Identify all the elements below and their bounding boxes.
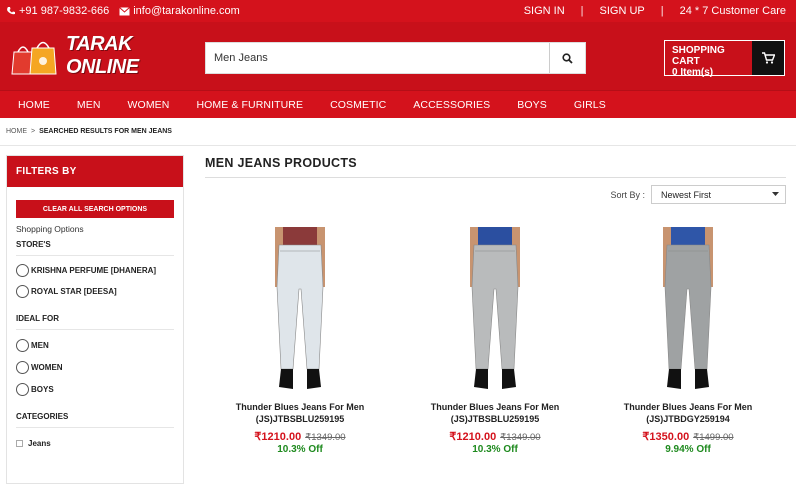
search-bar [205, 42, 586, 74]
discount-badge: 9.94% Off [665, 444, 711, 455]
sale-price: ₹1210.00 [254, 431, 302, 443]
radio-button[interactable] [16, 383, 29, 396]
category-option-label: Jeans [28, 439, 51, 448]
search-input[interactable] [206, 43, 549, 73]
nav-item-boys[interactable]: BOYS [517, 99, 547, 111]
filters-sidebar: FILTERS BY CLEAR ALL SEARCH OPTIONS Shop… [6, 155, 184, 484]
divider [16, 255, 174, 256]
product-name[interactable]: Thunder Blues Jeans For Men (JS)JTBSBLU25… [205, 401, 395, 425]
phone-text: +91 987-9832-666 [19, 5, 110, 17]
sale-price: ₹1350.00 [642, 431, 690, 443]
store-option[interactable]: ROYAL STAR [DEESA] [16, 285, 183, 298]
product-image[interactable] [205, 227, 395, 397]
stores-heading: STORE'S [16, 240, 51, 249]
sign-up-link[interactable]: SIGN UP [600, 5, 645, 17]
product-image[interactable] [593, 227, 783, 397]
product-card[interactable]: Thunder Blues Jeans For Men (JS)JTBSBLU25… [205, 227, 395, 455]
sort-label: Sort By : [610, 189, 645, 200]
radio-button[interactable] [16, 264, 29, 277]
clear-all-search-options-button[interactable]: CLEAR ALL SEARCH OPTIONS [16, 200, 174, 218]
product-prices: ₹1350.00 ₹1499.00 [593, 430, 783, 443]
breadcrumb-separator: > [31, 128, 36, 135]
product-name[interactable]: Thunder Blues Jeans For Men (JS)JTBSBLU25… [400, 401, 590, 425]
nav-item-women[interactable]: WOMEN [128, 99, 170, 111]
product-name[interactable]: Thunder Blues Jeans For Men (JS)JTBDGY259… [593, 401, 783, 425]
chevron-down-icon [772, 192, 779, 196]
original-price: ₹1349.00 [500, 432, 541, 443]
search-icon [562, 52, 573, 64]
breadcrumb-home[interactable]: HOME [6, 128, 27, 135]
customer-care-link[interactable]: 24 * 7 Customer Care [680, 5, 786, 17]
cart-count: 0 Item(s) [672, 67, 714, 78]
site-logo[interactable]: TARAK ONLINE [8, 33, 198, 79]
ideal-option-women[interactable]: WOMEN [16, 361, 183, 374]
divider: | [660, 5, 664, 17]
store-option-label: ROYAL STAR [DEESA] [31, 287, 117, 296]
phone-icon [7, 7, 15, 15]
sort-select[interactable]: Newest First [651, 185, 786, 204]
brand-name: TARAK ONLINE [66, 33, 139, 78]
checkbox[interactable] [16, 440, 23, 447]
nav-item-home[interactable]: HOME [18, 99, 50, 111]
ideal-option-label: WOMEN [31, 363, 63, 372]
category-option-jeans[interactable]: Jeans [16, 439, 183, 448]
sort-control: Sort By : Newest First [610, 185, 786, 204]
sign-in-link[interactable]: SIGN IN [524, 5, 565, 17]
email-contact[interactable]: info@tarakonline.com [119, 5, 240, 17]
top-bar: +91 987-9832-666 info@tarakonline.com SI… [0, 0, 796, 22]
product-prices: ₹1210.00 ₹1349.00 [400, 430, 590, 443]
nav-item-cosmetic[interactable]: COSMETIC [330, 99, 386, 111]
phone-contact[interactable]: +91 987-9832-666 [6, 5, 109, 17]
envelope-icon [119, 7, 131, 16]
divider: | [580, 5, 584, 17]
ideal-option-label: MEN [31, 341, 49, 350]
nav-item-girls[interactable]: GIRLS [574, 99, 606, 111]
nav-item-accessories[interactable]: ACCESSORIES [413, 99, 490, 111]
divider [205, 177, 786, 178]
product-prices: ₹1210.00 ₹1349.00 [205, 430, 395, 443]
header: TARAK ONLINE SHOPPING CART 0 Item(s) [0, 22, 796, 90]
discount-badge: 10.3% Off [472, 444, 518, 455]
shopping-cart-button[interactable]: SHOPPING CART 0 Item(s) [664, 40, 785, 78]
original-price: ₹1349.00 [305, 432, 346, 443]
breadcrumb-current: SEARCHED RESULTS FOR MEN JEANS [39, 128, 172, 135]
cart-text: SHOPPING CART 0 Item(s) [665, 41, 752, 78]
shopping-options-label: Shopping Options [16, 224, 84, 234]
shopping-bags-icon [8, 36, 72, 76]
categories-heading: CATEGORIES [16, 412, 69, 421]
ideal-option-boys[interactable]: BOYS [16, 383, 183, 396]
ideal-for-heading: IDEAL FOR [16, 314, 59, 323]
product-image[interactable] [400, 227, 590, 397]
product-card[interactable]: Thunder Blues Jeans For Men (JS)JTBSBLU25… [400, 227, 590, 455]
divider [16, 427, 174, 428]
ideal-option-label: BOYS [31, 385, 54, 394]
divider [16, 329, 174, 330]
search-button[interactable] [549, 43, 585, 73]
radio-button[interactable] [16, 339, 29, 352]
radio-button[interactable] [16, 285, 29, 298]
breadcrumb: HOME > SEARCHED RESULTS FOR MEN JEANS [0, 118, 796, 146]
store-option[interactable]: KRISHNA PERFUME [DHANERA] [16, 264, 183, 277]
radio-button[interactable] [16, 361, 29, 374]
original-price: ₹1499.00 [693, 432, 734, 443]
nav-item-men[interactable]: MEN [77, 99, 101, 111]
cart-icon [752, 41, 784, 75]
email-text: info@tarakonline.com [133, 5, 240, 17]
ideal-option-men[interactable]: MEN [16, 339, 183, 352]
main-nav: HOME MEN WOMEN HOME & FURNITURE COSMETIC… [0, 90, 796, 118]
store-option-label: KRISHNA PERFUME [DHANERA] [31, 266, 157, 275]
sale-price: ₹1210.00 [449, 431, 497, 443]
product-card[interactable]: Thunder Blues Jeans For Men (JS)JTBDGY259… [593, 227, 783, 455]
nav-item-home-furniture[interactable]: HOME & FURNITURE [196, 99, 303, 111]
cart-label: SHOPPING CART [672, 45, 725, 67]
sort-selected-value: Newest First [661, 189, 712, 200]
page-title: MEN JEANS PRODUCTS [205, 156, 357, 170]
filters-title: FILTERS BY [7, 156, 183, 187]
discount-badge: 10.3% Off [277, 444, 323, 455]
product-listing: MEN JEANS PRODUCTS Sort By : Newest Firs… [205, 155, 786, 455]
